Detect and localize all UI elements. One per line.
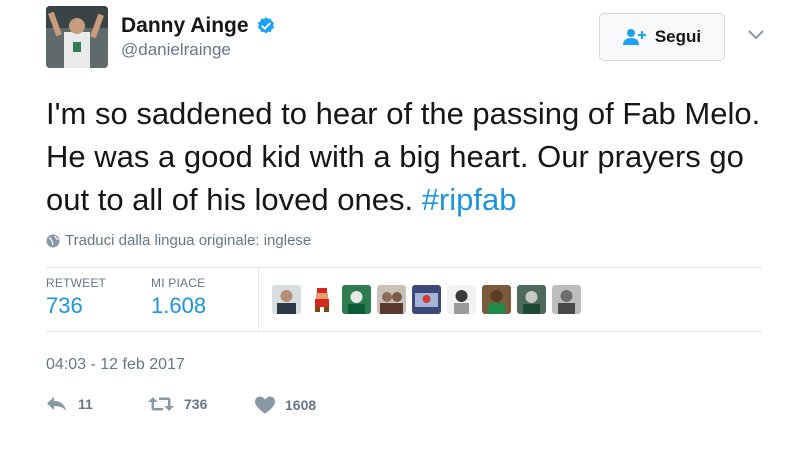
hashtag-link[interactable]: #ripfab — [422, 182, 517, 217]
liker-avatar[interactable] — [482, 285, 511, 314]
retweet-button[interactable]: 736 — [148, 396, 207, 412]
likes-stat-value: 1.608 — [151, 293, 207, 318]
likes-stat-label: MI PIACE — [151, 276, 206, 290]
liker-avatar[interactable] — [517, 285, 546, 314]
liker-avatar[interactable] — [377, 285, 406, 314]
liker-avatar[interactable] — [412, 285, 441, 314]
verified-badge-icon — [257, 17, 275, 34]
divider-top — [46, 267, 762, 268]
retweet-stat[interactable]: RETWEET 736 — [46, 276, 106, 319]
globe-icon — [46, 234, 60, 247]
like-button[interactable]: 1608 — [255, 396, 316, 414]
heart-icon — [255, 396, 275, 414]
user-handle: @danielrainge — [121, 40, 231, 59]
retweet-count: 736 — [184, 396, 208, 412]
divider-bottom — [46, 331, 762, 332]
translate-label: Traduci dalla lingua originale: inglese — [65, 232, 312, 249]
display-name[interactable]: Danny Ainge — [121, 14, 249, 38]
liker-avatar[interactable] — [307, 285, 336, 314]
chevron-down-icon[interactable] — [746, 28, 766, 42]
like-count: 1608 — [285, 397, 317, 413]
translate-link[interactable]: Traduci dalla lingua originale: inglese — [46, 232, 311, 249]
avatar-image — [46, 6, 108, 68]
follow-button[interactable]: Segui — [599, 13, 725, 61]
stats-divider — [258, 268, 259, 330]
tweet-body: I'm so saddened to hear of the passing o… — [46, 96, 761, 217]
likes-stat[interactable]: MI PIACE 1.608 — [151, 276, 206, 319]
tweet-timestamp[interactable]: 04:03 - 12 feb 2017 — [46, 356, 185, 374]
likers-avatars — [272, 285, 581, 314]
avatar[interactable] — [46, 6, 108, 68]
person-plus-icon — [622, 29, 646, 45]
liker-avatar[interactable] — [272, 285, 301, 314]
user-info[interactable]: Danny Ainge @danielrainge — [121, 14, 276, 60]
retweet-icon — [148, 397, 174, 411]
tweet-text: I'm so saddened to hear of the passing o… — [46, 92, 776, 221]
retweet-stat-value: 736 — [46, 293, 83, 318]
liker-avatar[interactable] — [552, 285, 581, 314]
reply-icon — [47, 397, 66, 411]
reply-count: 11 — [78, 396, 93, 412]
liker-avatar[interactable] — [447, 285, 476, 314]
retweet-stat-label: RETWEET — [46, 276, 107, 290]
liker-avatar[interactable] — [342, 285, 371, 314]
follow-button-label: Segui — [654, 27, 702, 46]
reply-button[interactable]: 11 — [46, 396, 93, 412]
